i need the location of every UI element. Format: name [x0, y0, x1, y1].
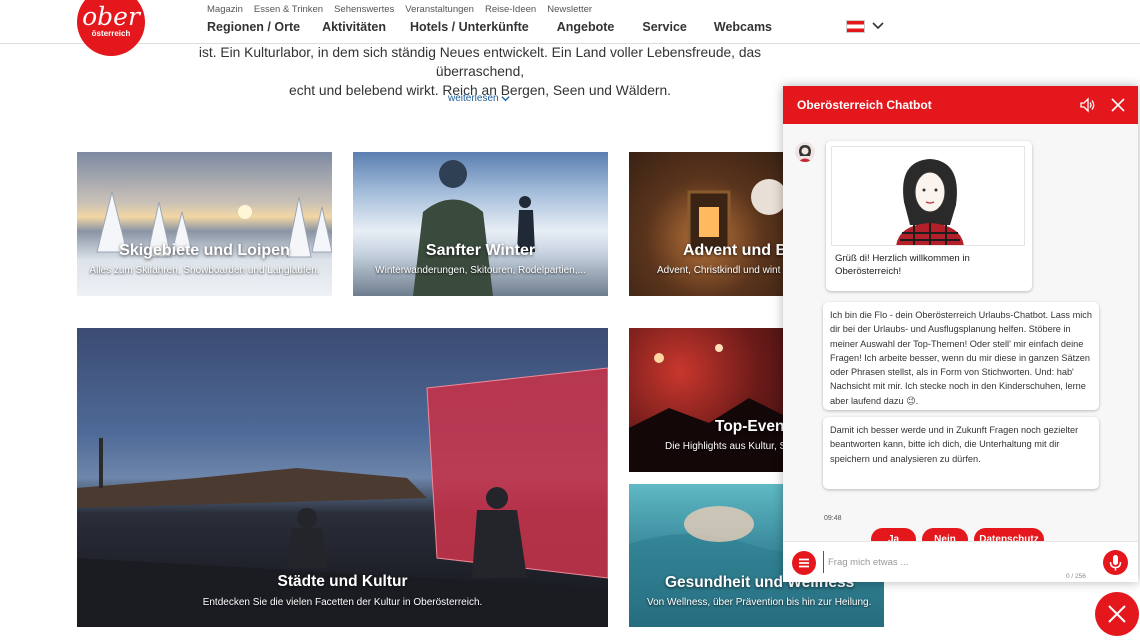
- tile-title: Städte und Kultur: [277, 573, 408, 590]
- mainnav-angebote[interactable]: Angebote: [557, 20, 615, 34]
- speaker-icon[interactable]: [1079, 96, 1097, 114]
- close-icon[interactable]: [1109, 96, 1127, 114]
- bot-avatar-icon: [798, 145, 812, 162]
- microphone-button[interactable]: [1103, 550, 1128, 575]
- read-more-link[interactable]: weiterlesen: [448, 93, 510, 104]
- top-nav: Magazin Essen & Trinken Sehenswertes Ver…: [207, 4, 592, 15]
- read-more-label: weiterlesen: [448, 93, 499, 104]
- microphone-icon: [1109, 555, 1122, 571]
- mainnav-aktivitaeten[interactable]: Aktivitäten: [322, 20, 386, 34]
- chatbot-toggle-button[interactable]: [1095, 592, 1139, 636]
- welcome-text: Grüß di! Herzlich willkommen in Oberöste…: [835, 253, 970, 277]
- chatbot-window: Oberösterreich Chatbot Grüß di! Herzlich…: [783, 86, 1138, 582]
- tile-skigebiete[interactable]: Skigebiete und Loipen Alles zum Skifahre…: [77, 152, 332, 296]
- chevron-down-icon[interactable]: [872, 20, 884, 32]
- message-timestamp: 09:48: [824, 515, 842, 522]
- mainnav-service[interactable]: Service: [642, 20, 686, 34]
- close-icon: [1108, 605, 1126, 623]
- hamburger-icon: [799, 558, 809, 568]
- bot-message-intro: Ich bin die Flo - dein Oberösterreich Ur…: [823, 302, 1099, 410]
- intro-line-1: ist. Ein Kulturlabor, in dem sich ständi…: [198, 45, 762, 79]
- page: ober österreich Magazin Essen & Trinken …: [0, 0, 1140, 641]
- bot-avatar: [795, 142, 815, 162]
- chevron-down-icon: [501, 96, 510, 102]
- menu-button[interactable]: [792, 551, 816, 575]
- topnav-veranstaltungen[interactable]: Veranstaltungen: [405, 4, 474, 15]
- mainnav-webcams[interactable]: Webcams: [714, 20, 772, 34]
- chat-message-input[interactable]: [823, 551, 1093, 573]
- character-counter: 0 / 256: [1066, 573, 1086, 580]
- flo-illustration: [896, 159, 964, 245]
- bot-illustration: [831, 146, 1025, 246]
- site-header: ober österreich Magazin Essen & Trinken …: [0, 0, 1140, 56]
- tile-subtitle: Winterwanderungen, Skitouren, Rodelparti…: [375, 265, 586, 276]
- bot-message-consent: Damit ich besser werde und in Zukunft Fr…: [823, 417, 1099, 489]
- mainnav-hotels[interactable]: Hotels / Unterkünfte: [410, 20, 529, 34]
- logo-text-ober: ober: [82, 2, 140, 31]
- main-nav: Regionen / Orte Aktivitäten Hotels / Unt…: [207, 20, 772, 34]
- topnav-essen-trinken[interactable]: Essen & Trinken: [254, 4, 323, 15]
- tile-title: Sanfter Winter: [425, 242, 536, 259]
- tile-sanfter-winter[interactable]: Sanfter Winter Winterwanderungen, Skitou…: [353, 152, 608, 296]
- topnav-sehenswertes[interactable]: Sehenswertes: [334, 4, 394, 15]
- oberoesterreich-logo[interactable]: ober österreich: [77, 0, 145, 56]
- welcome-card: Grüß di! Herzlich willkommen in Oberöste…: [826, 141, 1032, 291]
- intro-text: ist. Ein Kulturlabor, in dem sich ständi…: [160, 43, 800, 100]
- topnav-magazin[interactable]: Magazin: [207, 4, 243, 15]
- tile-title: Skigebiete und Loipen: [119, 242, 290, 259]
- tile-subtitle: Entdecken Sie die vielen Facetten der Ku…: [202, 597, 483, 608]
- topnav-newsletter[interactable]: Newsletter: [547, 4, 592, 15]
- tile-staedte-kultur[interactable]: Städte und Kultur Entdecken Sie die viel…: [77, 328, 608, 627]
- chatbot-input-bar: 0 / 256: [783, 541, 1138, 582]
- chatbot-messages: Grüß di! Herzlich willkommen in Oberöste…: [783, 124, 1138, 551]
- austria-flag-icon[interactable]: [846, 20, 865, 33]
- tile-subtitle: Von Wellness, über Prävention bis hin zu…: [647, 597, 872, 608]
- tile-subtitle: Alles zum Skifahren, Snowboarden und Lan…: [89, 265, 320, 276]
- topnav-reise-ideen[interactable]: Reise-Ideen: [485, 4, 536, 15]
- mainnav-regionen[interactable]: Regionen / Orte: [207, 20, 300, 34]
- chatbot-header: Oberösterreich Chatbot: [783, 86, 1138, 124]
- chatbot-title: Oberösterreich Chatbot: [797, 98, 932, 112]
